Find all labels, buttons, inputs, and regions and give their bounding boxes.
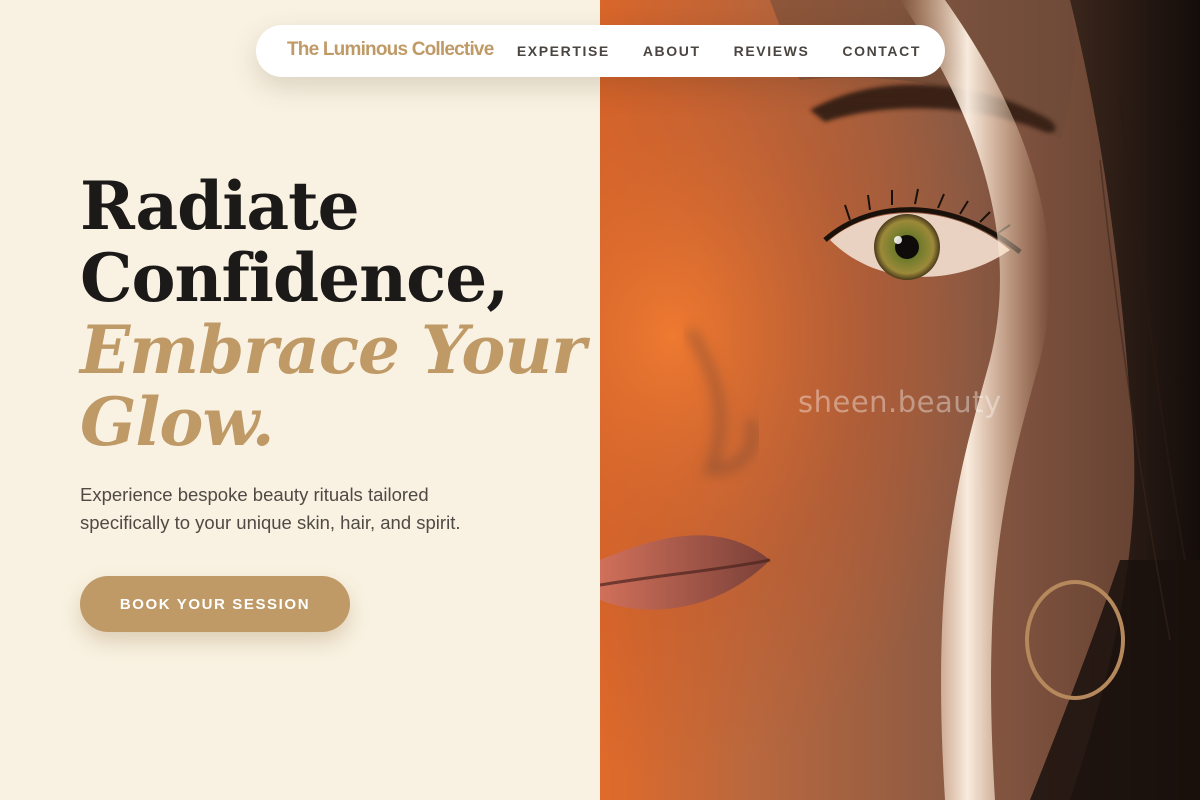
- portrait-illustration: [600, 0, 1200, 800]
- hero-section: Radiate Confidence, Embrace Your Glow. E…: [0, 0, 600, 800]
- headline-accent-line-2: Glow.: [80, 383, 275, 461]
- hero-portrait-image: sheen.beauty: [600, 0, 1200, 800]
- headline-line-2: Confidence,: [80, 239, 509, 317]
- nav-link-expertise[interactable]: EXPERTISE: [517, 43, 610, 59]
- top-navigation: The Luminous Collective EXPERTISE ABOUT …: [256, 25, 945, 77]
- headline-line-1: Radiate: [80, 167, 360, 245]
- nav-link-reviews[interactable]: REVIEWS: [734, 43, 810, 59]
- hero-headline: Radiate Confidence, Embrace Your Glow.: [80, 167, 586, 461]
- nav-links: EXPERTISE ABOUT REVIEWS CONTACT: [517, 25, 921, 77]
- nav-link-about[interactable]: ABOUT: [643, 43, 701, 59]
- book-session-button[interactable]: BOOK YOUR SESSION: [80, 576, 350, 632]
- hero-subcopy: Experience bespoke beauty rituals tailor…: [80, 484, 461, 533]
- brand-logo[interactable]: The Luminous Collective: [287, 39, 494, 61]
- nav-link-contact[interactable]: CONTACT: [842, 43, 921, 59]
- headline-accent-line-1: Embrace Your: [80, 311, 586, 389]
